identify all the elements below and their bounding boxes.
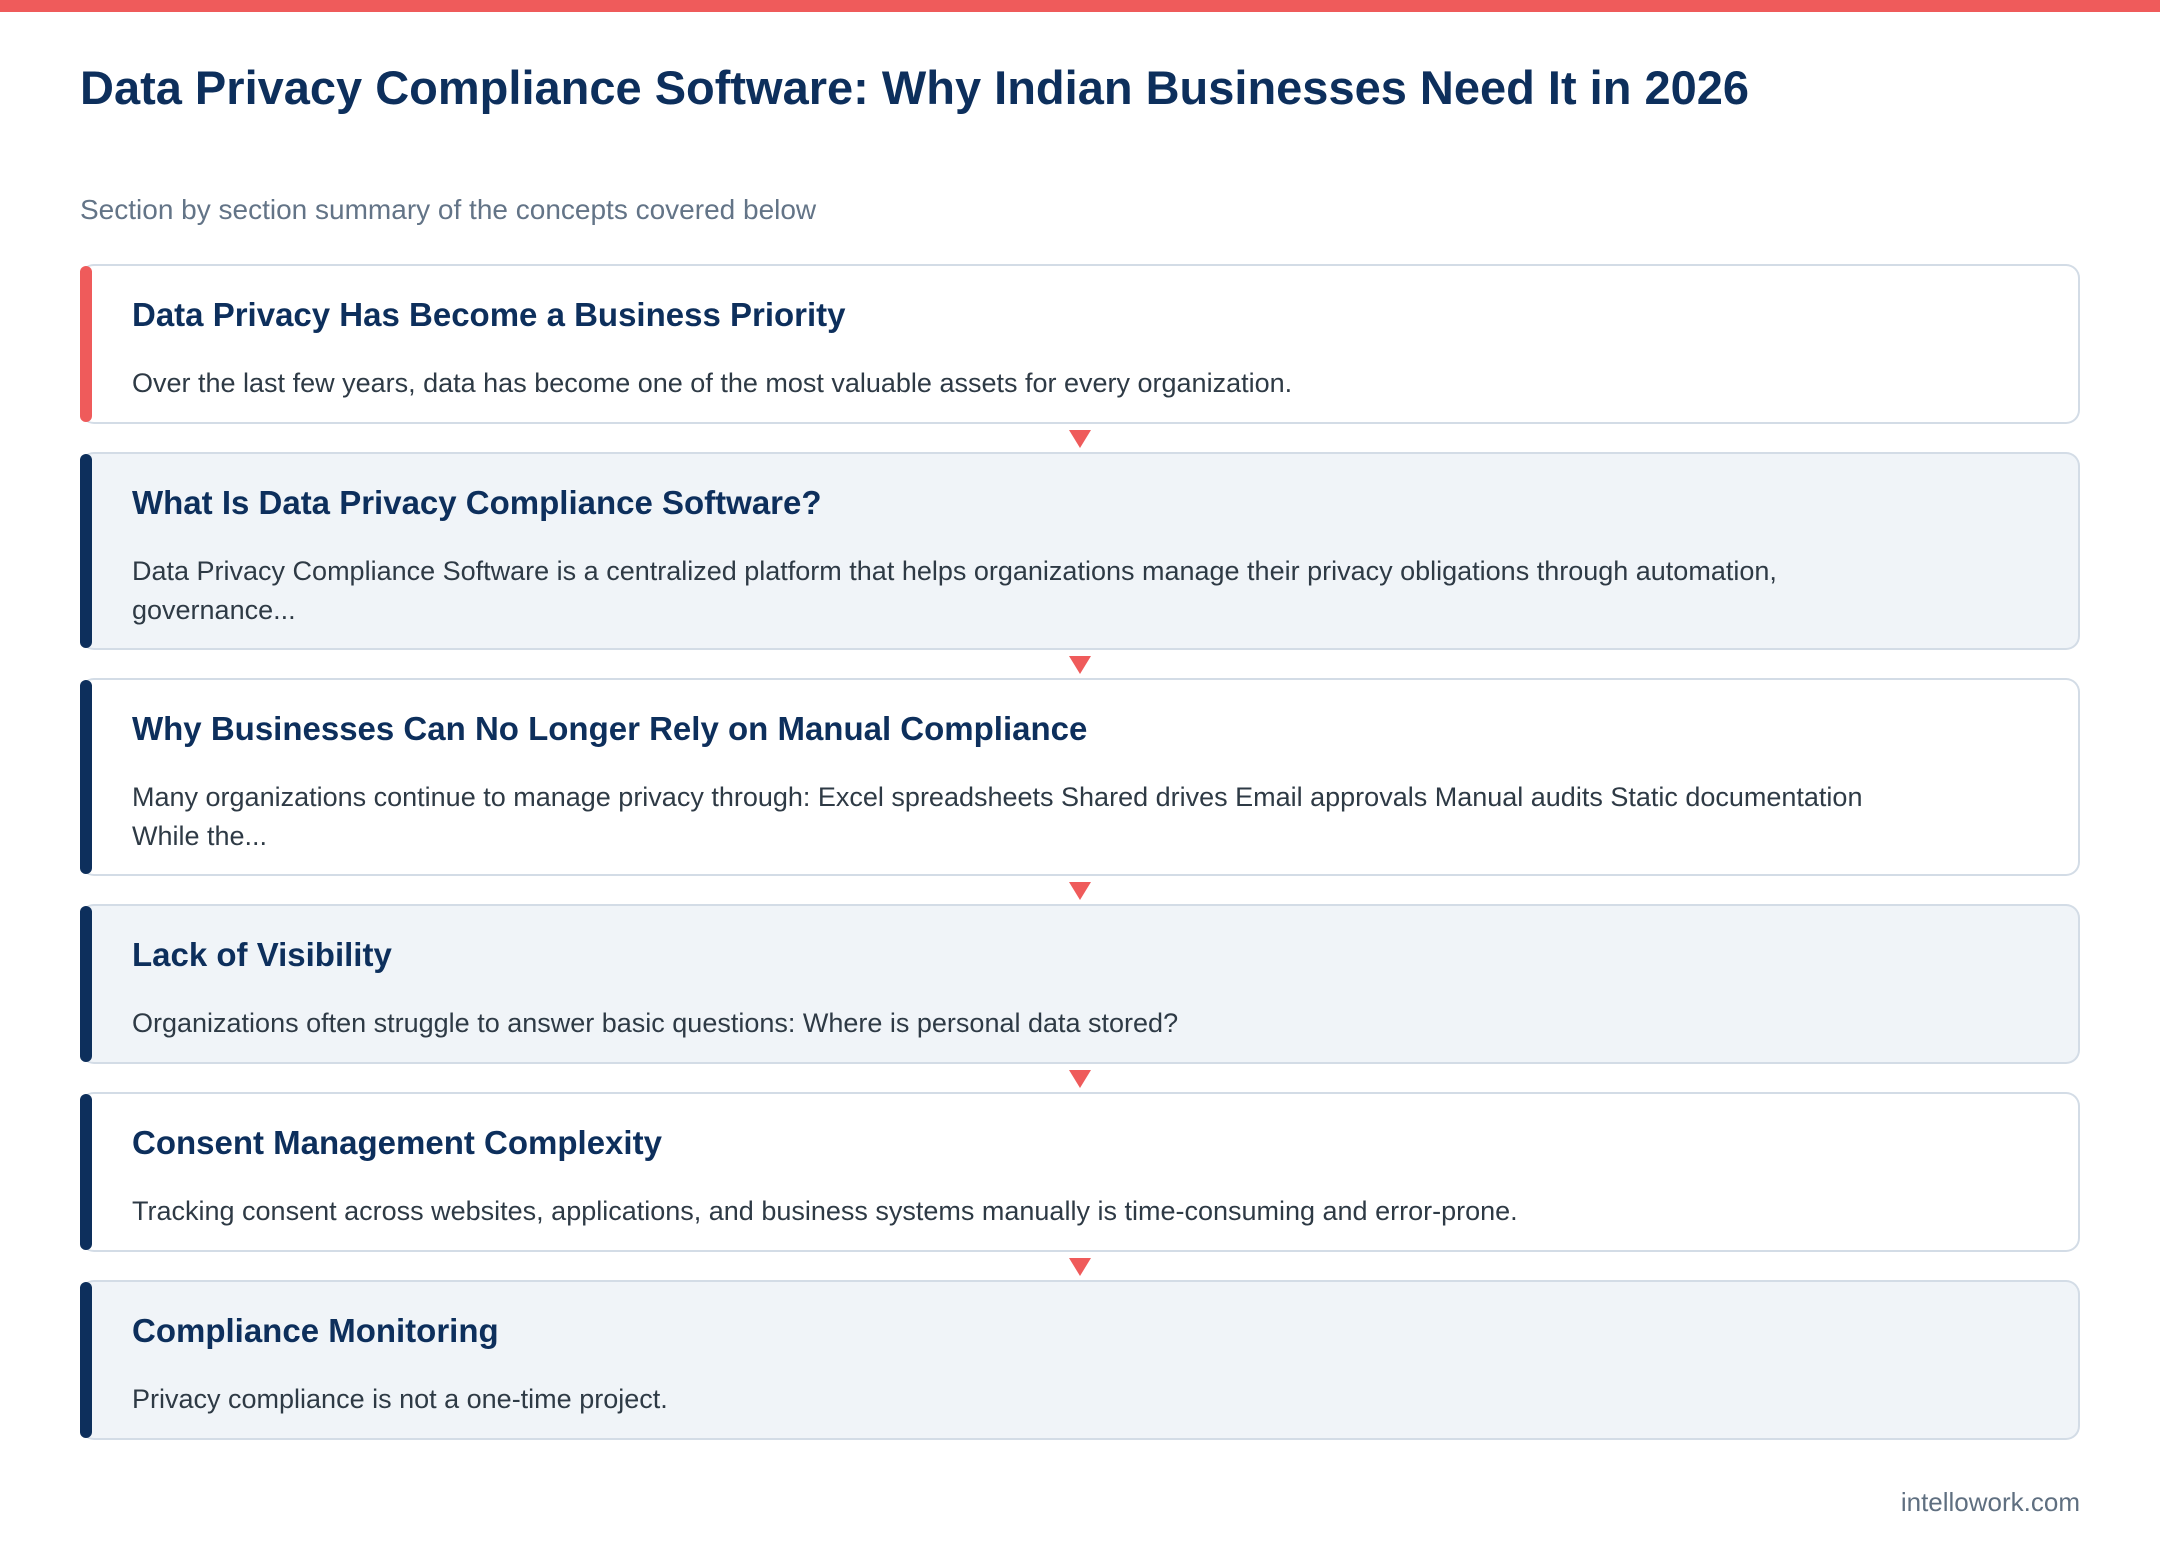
- section-accent-bar: [80, 1282, 92, 1438]
- down-arrow-icon: [1069, 656, 1091, 674]
- section-title: Why Businesses Can No Longer Rely on Man…: [132, 710, 1088, 747]
- section-title: Data Privacy Has Become a Business Prior…: [132, 296, 846, 333]
- section-card-3: Why Businesses Can No Longer Rely on Man…: [80, 678, 2080, 876]
- source-credit: intellowork.com: [1900, 1487, 2080, 1517]
- down-arrow-icon: [1069, 882, 1091, 900]
- section-title: Compliance Monitoring: [132, 1312, 499, 1349]
- section-text: Over the last few years, data has become…: [132, 368, 1293, 398]
- section-title: What Is Data Privacy Compliance Software…: [132, 484, 822, 521]
- section-accent-bar: [80, 454, 92, 648]
- section-card-2: What Is Data Privacy Compliance Software…: [80, 452, 2080, 650]
- section-card-1: Data Privacy Has Become a Business Prior…: [80, 264, 2080, 424]
- section-title: Lack of Visibility: [132, 936, 392, 973]
- section-card-4: Lack of Visibility Organizations often s…: [80, 904, 2080, 1064]
- section-text: Data Privacy Compliance Software is a ce…: [132, 556, 1777, 625]
- section-text: Privacy compliance is not a one-time pro…: [132, 1384, 668, 1414]
- section-card-5: Consent Management Complexity Tracking c…: [80, 1092, 2080, 1252]
- section-accent-bar: [80, 266, 92, 422]
- down-arrow-icon: [1069, 430, 1091, 448]
- section-text: Many organizations continue to manage pr…: [132, 782, 1863, 851]
- down-arrow-icon: [1069, 1070, 1091, 1088]
- page-subtitle: Section by section summary of the concep…: [80, 194, 817, 225]
- top-accent-bar: [0, 0, 2160, 12]
- down-arrow-icon: [1069, 1258, 1091, 1276]
- section-accent-bar: [80, 680, 92, 874]
- section-accent-bar: [80, 1094, 92, 1250]
- section-text: Organizations often struggle to answer b…: [132, 1008, 1179, 1038]
- section-card-6: Compliance Monitoring Privacy compliance…: [80, 1280, 2080, 1440]
- section-accent-bar: [80, 906, 92, 1062]
- section-text: Tracking consent across websites, applic…: [132, 1196, 1518, 1226]
- section-title: Consent Management Complexity: [132, 1124, 662, 1161]
- page-title: Data Privacy Compliance Software: Why In…: [80, 61, 1750, 114]
